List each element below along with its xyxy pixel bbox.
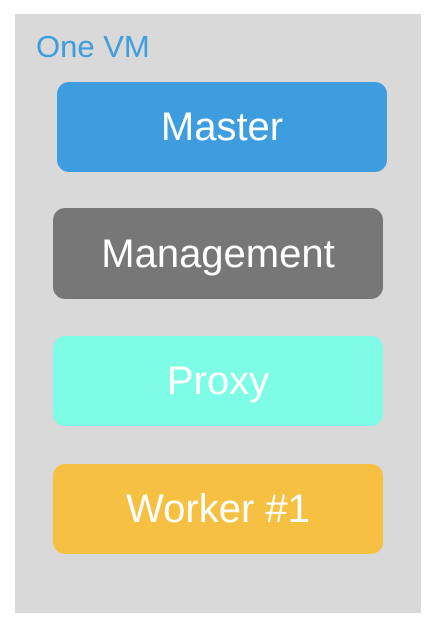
master-node-label: Master — [160, 105, 284, 149]
master-node: Master — [57, 82, 387, 172]
vm-title: One VM — [36, 29, 150, 64]
vm-container: One VM Master Management Proxy Worker #1 — [15, 14, 421, 613]
management-node: Management — [53, 208, 383, 299]
proxy-node-label: Proxy — [166, 359, 270, 403]
worker-node-1: Worker #1 — [53, 464, 383, 554]
proxy-node: Proxy — [53, 336, 383, 426]
worker-node-1-label: Worker #1 — [126, 487, 310, 531]
management-node-label: Management — [101, 231, 335, 276]
